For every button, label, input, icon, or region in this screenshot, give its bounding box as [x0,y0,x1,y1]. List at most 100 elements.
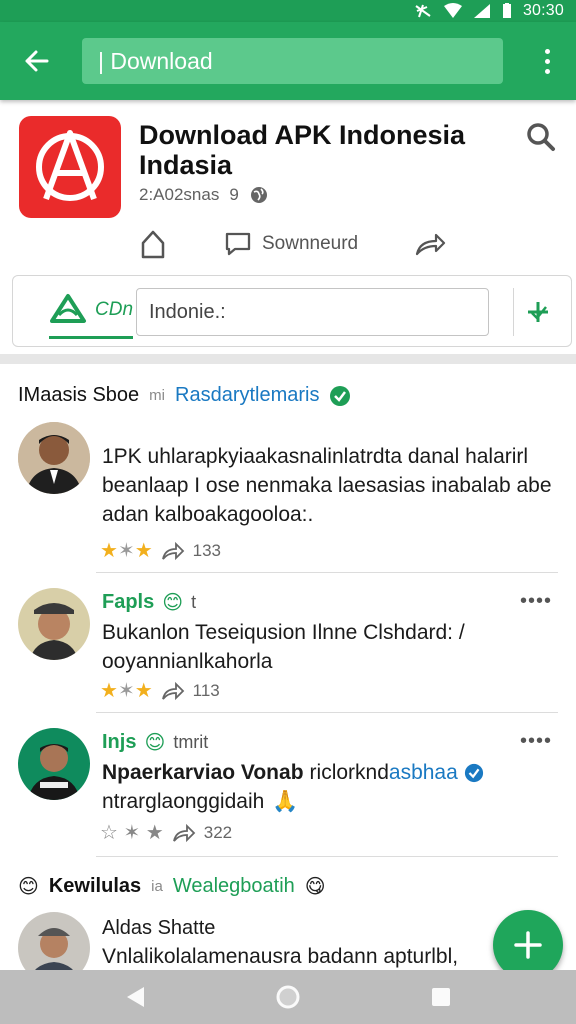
post-text: Npaerkarviao Vonab riclorknd asbhaa ntrar… [102,758,557,816]
overflow-dot [544,58,550,64]
section-divider [0,354,576,364]
square-recents-icon [432,988,450,1006]
filter-input[interactable]: Indonie.: [136,288,489,336]
list-item[interactable]: 1PK uhlarapkyiaakasnalinlatrdta danal ha… [0,420,576,570]
arrow-back-icon [25,50,49,72]
signal-icon [473,4,490,18]
star-rating: ★✶★ [100,680,153,702]
app-subtitle-extra: 9 [229,185,239,204]
add-filter-button[interactable] [513,288,561,336]
post-meta: ★✶★ 113 [100,678,220,703]
verified-badge-icon [464,763,483,782]
avatar [18,422,90,494]
share-button[interactable] [414,224,446,264]
app-subtitle: 2:A02snas 9 [139,185,269,205]
plus-icon [514,931,542,959]
post-text: 1PK uhlarapkyiaakasnalinlatrdta danal ha… [102,445,552,526]
post-more-button[interactable]: •••• [520,730,552,753]
post-count: 322 [203,822,233,842]
emoji-icon: 😊 [144,732,166,754]
tab-cdn[interactable]: CDn [47,293,133,327]
list-item[interactable]: Aldas Shatte Vnlalikolalamenausra badann… [0,908,576,984]
feed-header: IMaasis Sboe mi Rasdarytlemaris [18,384,351,407]
back-button[interactable] [16,41,56,81]
status-clock: 30:30 [522,2,564,19]
download-action-label: Sownneurd [262,233,359,254]
group-link[interactable]: Wealegboatih [173,875,295,898]
post-title: Aldas Shatte [102,917,216,939]
tab-active-indicator [49,336,133,339]
post-author-name[interactable]: Fapls [102,591,154,614]
post-author: Fapls 😊 t [102,590,196,615]
list-item[interactable]: Fapls 😊 t •••• Bukanlon Teseiqusion Ilnn… [0,584,576,710]
group-author-name[interactable]: Kewilulas [49,875,141,898]
home-button[interactable] [140,224,166,264]
share-icon[interactable] [161,681,185,701]
group-mid: ia [151,878,163,895]
nav-recents-button[interactable] [428,984,454,1010]
battery-icon [502,3,511,18]
status-icons: 30:30 [413,0,564,22]
list-divider [96,856,558,857]
tab-filter-bar: CDn Indonie.: [12,275,572,347]
star-rating: ☆ ✶ ★ [100,822,164,844]
overflow-menu-button[interactable] [532,41,562,81]
globe-icon [250,187,267,203]
post-text-bold: Npaerkarviao Vonab [102,761,304,784]
feed-header-mid: mi [149,387,165,404]
share-icon[interactable] [161,541,185,561]
app-icon [19,116,121,218]
action-row: Sownneurd [0,224,576,264]
share-icon[interactable] [172,823,196,843]
person-avatar-icon [18,588,90,660]
nav-home-button[interactable] [275,984,301,1010]
overflow-dot [544,48,550,54]
tab-cdn-label: CDn [95,299,134,320]
star-rating: ★✶★ [100,540,153,562]
post-text: Vnlalikolalamenausra badann apturlbl, [102,945,459,968]
verified-badge-icon [330,385,351,406]
triangle-back-icon [127,987,144,1007]
status-bar: 30:30 [0,0,576,22]
post-text-link[interactable]: asbhaa [389,758,458,787]
post-author-name[interactable]: Injs [102,731,136,754]
post-count: 113 [192,680,220,700]
person-avatar-icon [18,422,90,494]
post-author: Injs 😊 tmrit [102,730,208,755]
post-author-suffix: tmrit [173,732,209,752]
avatar [18,588,90,660]
wifi-icon [443,3,462,18]
title-search-button[interactable] [524,120,558,154]
plus-check-icon [527,302,548,322]
list-divider [96,572,558,573]
feed-header-link[interactable]: Rasdarytlemaris [175,384,319,407]
download-action-button[interactable]: Sownneurd [224,224,358,264]
emoji-icon: 😊 [18,876,39,898]
laugh-emoji-icon: 😋 [304,876,326,898]
feed-header-title: IMaasis Sboe [18,384,140,406]
post-text-line2: ntrarglaonggidaih [102,790,265,813]
post-more-button[interactable]: •••• [520,590,552,613]
person-avatar-icon [18,728,90,800]
post-author-suffix: t [191,592,197,612]
post-group-header: 😊 Kewilulas ia Wealegboatih 😋 [18,874,326,899]
share-arrow-icon [415,233,446,256]
search-icon [527,123,555,151]
post-text-normal: riclorknd [309,761,389,784]
hand-emoji-icon: 🙏 [272,790,299,813]
nav-back-button[interactable] [122,984,148,1010]
comment-icon [225,232,251,256]
post-text: Bukanlon Teseiqusion Ilnne Clshdard: / o… [102,621,465,673]
search-input[interactable]: | Download [82,38,503,84]
post-meta: ☆ ✶ ★ 322 [100,820,232,845]
vibrate-icon [415,4,431,18]
circle-home-icon [276,985,300,1009]
list-divider [96,712,558,713]
app-logo-icon [36,130,104,201]
app-bar: | Download [0,22,576,100]
post-meta: ★✶★ 133 [100,538,221,563]
list-item[interactable]: Injs 😊 tmrit •••• Npaerkarviao Vonab ric… [0,724,576,854]
app-subtitle-text: 2:A02snas [139,185,220,204]
avatar [18,728,90,800]
overflow-dot [544,68,550,74]
